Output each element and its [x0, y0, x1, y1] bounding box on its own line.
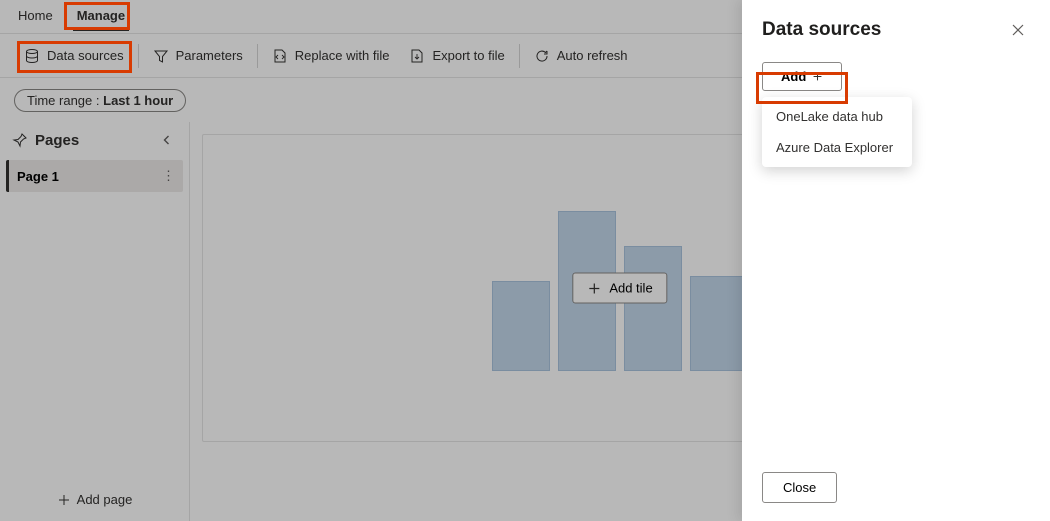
collapse-sidebar-button[interactable]	[157, 130, 177, 150]
panel-header: Data sources	[762, 18, 1030, 42]
separator	[519, 44, 520, 68]
data-sources-label: Data sources	[47, 48, 124, 63]
time-range-value: Last 1 hour	[103, 93, 173, 108]
dropdown-item-adx[interactable]: Azure Data Explorer	[762, 132, 912, 163]
replace-label: Replace with file	[295, 48, 390, 63]
database-icon	[24, 48, 40, 64]
chart-bar	[690, 276, 748, 371]
refresh-icon	[534, 48, 550, 64]
replace-icon	[272, 48, 288, 64]
panel-close-button[interactable]	[1006, 18, 1030, 42]
autorefresh-button[interactable]: Auto refresh	[524, 42, 638, 70]
add-tile-label: Add tile	[609, 281, 652, 296]
plus-icon	[57, 493, 71, 507]
replace-file-button[interactable]: Replace with file	[262, 42, 400, 70]
panel-footer: Close	[762, 472, 1030, 503]
separator	[257, 44, 258, 68]
parameters-label: Parameters	[176, 48, 243, 63]
chart-bar	[624, 246, 682, 371]
add-data-source-button[interactable]: Add	[762, 62, 842, 91]
tab-manage[interactable]: Manage	[73, 2, 129, 31]
pin-icon	[12, 132, 28, 148]
plus-icon	[812, 71, 823, 82]
sidebar-header: Pages	[0, 122, 189, 160]
plus-icon	[587, 281, 601, 295]
time-range-pill[interactable]: Time range : Last 1 hour	[14, 89, 186, 112]
add-page-button[interactable]: Add page	[0, 482, 189, 521]
chart-bar	[492, 281, 550, 371]
panel-title: Data sources	[762, 19, 881, 41]
page-more-icon[interactable]: ⋮	[162, 168, 175, 184]
autorefresh-label: Auto refresh	[557, 48, 628, 63]
sidebar-title: Pages	[12, 132, 79, 149]
filter-icon	[153, 48, 169, 64]
data-sources-panel: Data sources Add OneLake data hub Azure …	[742, 0, 1050, 521]
add-page-label: Add page	[77, 492, 133, 507]
export-label: Export to file	[432, 48, 504, 63]
close-panel-button[interactable]: Close	[762, 472, 837, 503]
tab-home[interactable]: Home	[14, 2, 57, 31]
add-label: Add	[781, 69, 806, 84]
page-list: Page 1 ⋮	[0, 160, 189, 482]
dropdown-item-onelake[interactable]: OneLake data hub	[762, 101, 912, 132]
add-dropdown: OneLake data hub Azure Data Explorer	[762, 97, 912, 167]
separator	[138, 44, 139, 68]
add-tile-button[interactable]: Add tile	[572, 273, 667, 304]
export-icon	[409, 48, 425, 64]
page-item[interactable]: Page 1 ⋮	[6, 160, 183, 192]
pages-sidebar: Pages Page 1 ⋮ Add page	[0, 122, 190, 521]
data-sources-button[interactable]: Data sources	[14, 42, 134, 70]
parameters-button[interactable]: Parameters	[143, 42, 253, 70]
export-file-button[interactable]: Export to file	[399, 42, 514, 70]
time-range-label: Time range :	[27, 93, 100, 108]
page-name: Page 1	[17, 169, 59, 184]
